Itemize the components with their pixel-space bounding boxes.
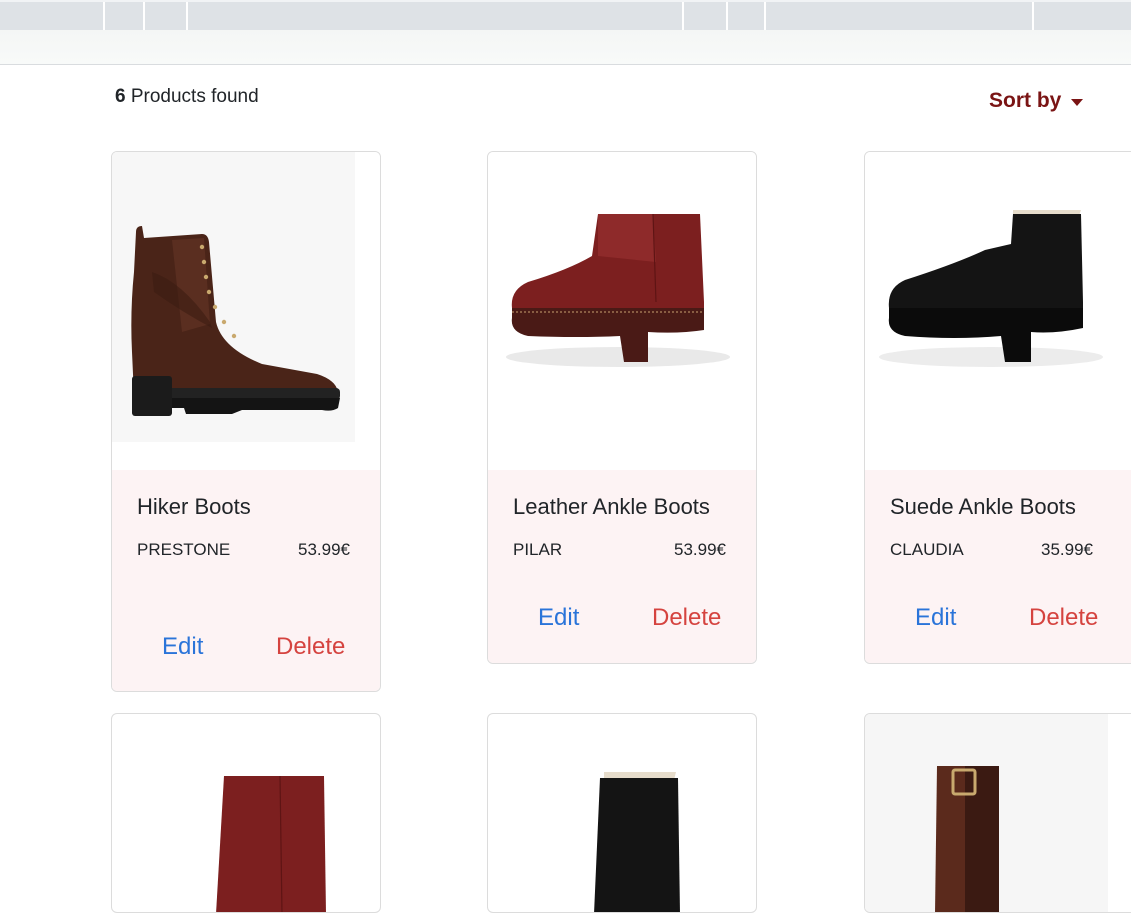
edit-button[interactable]: Edit	[915, 604, 956, 632]
product-image	[112, 152, 380, 470]
suede-ankle-boot-image	[879, 210, 1103, 367]
leather-ankle-boot-image	[216, 775, 326, 912]
product-price: 53.99€	[298, 540, 350, 559]
results-count: 6 Products found	[115, 86, 259, 108]
product-maker: PRESTONE	[137, 540, 231, 559]
sort-by-label: Sort by	[989, 89, 1062, 112]
product-maker: PILAR	[513, 540, 563, 559]
product-card	[487, 713, 757, 913]
product-card	[864, 713, 1131, 913]
delete-button[interactable]: Delete	[652, 604, 721, 632]
leather-ankle-boot-image	[506, 213, 730, 367]
product-card	[111, 713, 381, 913]
product-maker: CLAUDIA	[890, 540, 964, 559]
product-price: 53.99€	[674, 540, 726, 559]
product-card: Suede Ankle Boots CLAUDIA 35.99€ Edit De…	[864, 151, 1131, 664]
edit-button[interactable]: Edit	[538, 604, 579, 632]
results-count-label: Products found	[130, 86, 259, 107]
sort-by-dropdown[interactable]: Sort by	[989, 89, 1084, 113]
product-card-body: Leather Ankle Boots PILAR 53.99€ Edit De…	[488, 470, 756, 663]
suede-ankle-boot-image	[594, 772, 680, 912]
delete-button[interactable]: Delete	[1029, 604, 1098, 632]
toolbar-divider	[103, 2, 105, 30]
edit-button[interactable]: Edit	[162, 633, 203, 661]
toolbar-divider	[764, 2, 766, 30]
sub-header-bar	[0, 30, 1131, 65]
results-count-number: 6	[115, 86, 126, 107]
caret-down-icon	[1071, 98, 1084, 106]
product-card-body: Suede Ankle Boots CLAUDIA 35.99€ Edit De…	[865, 470, 1131, 663]
toolbar-divider	[143, 2, 145, 30]
toolbar-divider	[726, 2, 728, 30]
top-toolbar-strip	[0, 0, 1131, 30]
product-card: Leather Ankle Boots PILAR 53.99€ Edit De…	[487, 151, 757, 664]
product-card: Hiker Boots PRESTONE 53.99€ Edit Delete	[111, 151, 381, 692]
product-name: Hiker Boots	[137, 494, 251, 519]
hiker-boot-image	[112, 152, 355, 442]
product-name: Suede Ankle Boots	[890, 494, 1076, 519]
product-name: Leather Ankle Boots	[513, 494, 710, 519]
product-image	[865, 152, 1131, 470]
product-card-body: Hiker Boots PRESTONE 53.99€ Edit Delete	[112, 470, 380, 691]
toolbar-divider	[186, 2, 188, 30]
product-image	[488, 152, 756, 470]
product-price: 35.99€	[1041, 540, 1093, 559]
delete-button[interactable]: Delete	[276, 633, 345, 661]
toolbar-divider	[1032, 2, 1034, 30]
toolbar-divider	[682, 2, 684, 30]
riding-boot-image	[865, 714, 1108, 912]
